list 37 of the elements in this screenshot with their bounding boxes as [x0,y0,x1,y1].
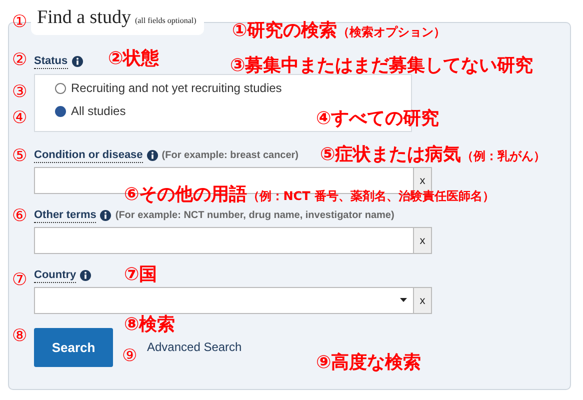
advanced-search-link[interactable]: Advanced Search [147,340,242,354]
callout-number: ⑧ [12,326,28,346]
input-field[interactable] [34,227,414,254]
field-hint: (For example: NCT number, drug name, investigator name) [115,210,394,221]
status-radio[interactable]: Recruiting and not yet recruiting studies [55,81,411,95]
callout-label: ①研究の検索（検索オプション） [232,20,446,43]
field-label: Condition or disease [34,148,143,163]
field-label: Other terms [34,208,96,223]
callout-label: ④すべての研究 [316,108,440,130]
clear-button[interactable]: x [414,287,432,314]
callout-number: ① [12,12,28,32]
callout-number: ⑨ [122,346,138,366]
callout-number: ⑦ [12,270,28,290]
callout-label: ⑨高度な検索 [316,352,422,374]
status-label: Status [34,54,68,69]
info-icon [72,56,83,67]
callout-label: ③募集中またはまだ募集してない研究 [230,55,534,77]
info-icon [100,210,112,221]
title-note: (all fields optional) [134,16,196,25]
callout-number: ⑤ [12,146,28,166]
callout-number: ④ [12,108,28,128]
search-button[interactable]: Search [34,328,113,367]
callout-number: ⑥ [12,206,28,226]
field-label: Country [34,268,76,283]
callout-number: ③ [12,82,28,102]
callout-number: ② [12,50,28,70]
info-icon [80,270,92,281]
callout-label: ⑤症状または病気（例：乳がん） [320,144,546,167]
callout-label: ⑧検索 [124,314,176,336]
caret-icon [400,298,407,302]
callout-label: ②状態 [108,48,160,70]
callout-label: ⑦国 [124,264,158,286]
info-icon [146,150,158,161]
form-title: Find a study [37,7,131,29]
clear-button[interactable]: x [414,227,432,254]
field-hint: (For example: breast cancer) [162,150,299,161]
country-select[interactable] [34,287,414,314]
